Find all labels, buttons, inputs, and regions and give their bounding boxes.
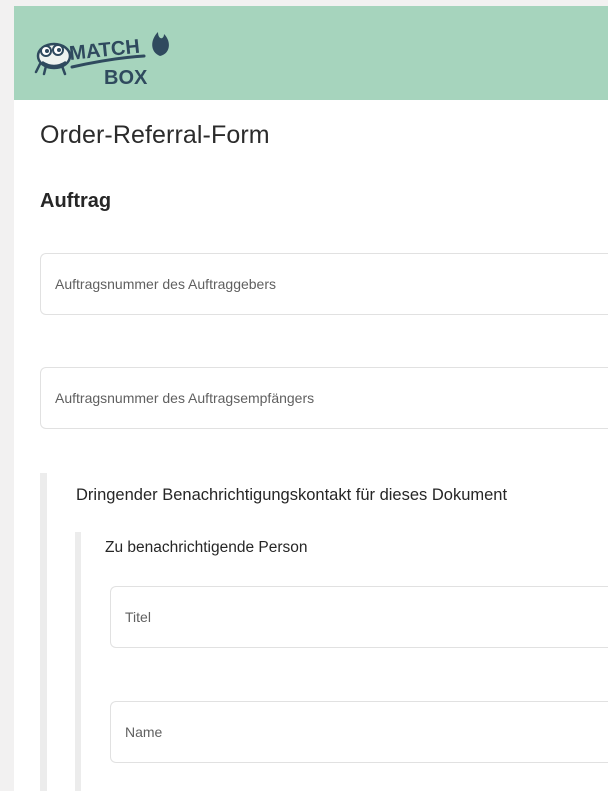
- app-header: MATCH BOX: [14, 6, 608, 100]
- person-to-notify-label: Zu benachrichtigende Person: [105, 539, 308, 556]
- client-order-number-field[interactable]: [40, 253, 608, 315]
- urgent-contact-group-bar: [40, 473, 47, 791]
- person-group-bar: [75, 532, 81, 791]
- logo-text-box: BOX: [104, 67, 148, 88]
- section-title-auftrag: Auftrag: [40, 190, 112, 212]
- title-field[interactable]: [110, 586, 608, 648]
- flame-icon: [152, 32, 169, 56]
- urgent-contact-label: Dringender Benachrichtigungskontakt für …: [76, 486, 508, 504]
- name-field[interactable]: [110, 701, 608, 763]
- form-page: MATCH BOX Order-Referral-Form Auftrag Dr…: [14, 6, 608, 791]
- matchbox-logo[interactable]: MATCH BOX: [32, 22, 182, 88]
- page-title: Order-Referral-Form: [40, 121, 270, 149]
- recipient-order-number-field[interactable]: [40, 367, 608, 429]
- lizard-mascot-icon: [34, 42, 72, 76]
